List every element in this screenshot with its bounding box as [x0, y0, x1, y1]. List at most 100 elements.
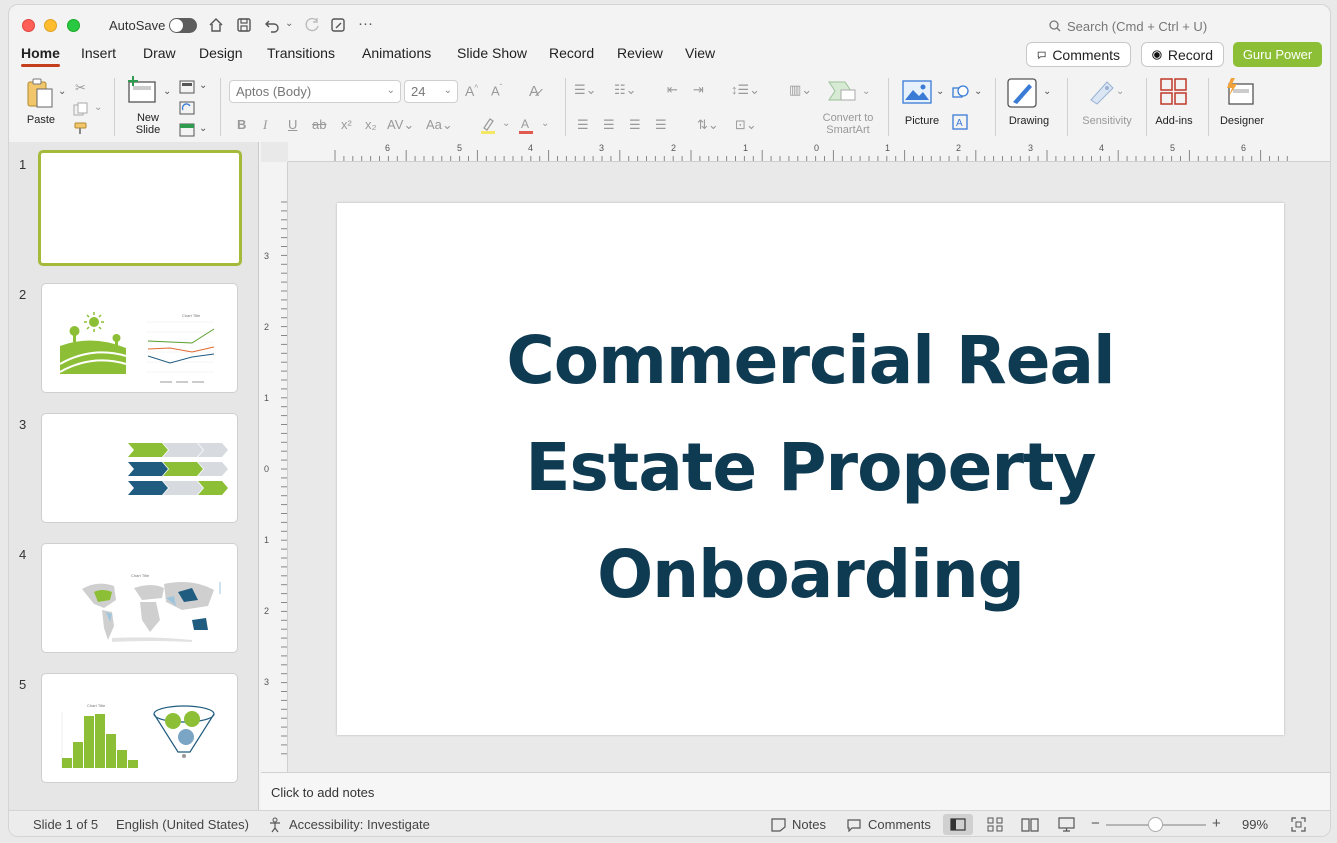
- record-button[interactable]: Record: [1141, 42, 1224, 67]
- tab-home[interactable]: Home: [21, 45, 60, 67]
- columns-icon[interactable]: ▥⌄: [789, 82, 812, 98]
- tab-slide-show[interactable]: Slide Show: [457, 45, 527, 61]
- zoom-out-button[interactable]: −: [1091, 815, 1100, 832]
- text-direction-icon[interactable]: ⇅⌄: [697, 117, 719, 133]
- underline-icon[interactable]: U: [288, 117, 297, 132]
- strikethrough-icon[interactable]: ab: [312, 117, 326, 132]
- comments-toggle[interactable]: Comments: [868, 817, 931, 832]
- save-icon[interactable]: [235, 16, 253, 34]
- subscript-icon[interactable]: x₂: [365, 117, 377, 132]
- fit-to-window-icon[interactable]: [1291, 817, 1306, 832]
- slide-thumbnail-4[interactable]: Chart Title: [41, 543, 238, 653]
- notes-placeholder[interactable]: Click to add notes: [271, 785, 374, 800]
- clear-formatting-icon[interactable]: A̷: [529, 83, 539, 100]
- align-right-icon[interactable]: ☰: [629, 117, 641, 133]
- comment-icon[interactable]: [846, 818, 862, 832]
- bullets-icon[interactable]: ☰⌄: [574, 82, 597, 98]
- guru-power-button[interactable]: Guru Power: [1233, 42, 1322, 67]
- undo-icon[interactable]: [263, 16, 281, 34]
- format-painter-icon[interactable]: [73, 122, 89, 136]
- undo-dropdown-icon[interactable]: ⌄: [285, 18, 293, 29]
- zoom-window-button[interactable]: [67, 19, 80, 32]
- customize-toolbar-icon[interactable]: [329, 16, 347, 34]
- add-ins-icon[interactable]: [1160, 78, 1188, 106]
- designer-icon[interactable]: [1223, 76, 1255, 108]
- reset-slide-icon[interactable]: [179, 101, 195, 115]
- tab-view[interactable]: View: [685, 45, 715, 61]
- tab-transitions[interactable]: Transitions: [267, 45, 335, 61]
- zoom-level[interactable]: 99%: [1242, 817, 1268, 832]
- shapes-dropdown-icon[interactable]: ⌄: [974, 86, 982, 97]
- layout-dropdown-icon[interactable]: ⌄: [199, 80, 207, 91]
- slide-show-icon[interactable]: [1058, 817, 1075, 832]
- layout-icon[interactable]: [179, 80, 195, 94]
- slide-title[interactable]: Commercial Real Estate Property Onboardi…: [337, 307, 1284, 628]
- align-left-icon[interactable]: ☰: [577, 117, 589, 133]
- font-color-icon[interactable]: A: [517, 116, 535, 134]
- accessibility-icon[interactable]: [267, 817, 283, 833]
- close-window-button[interactable]: [22, 19, 35, 32]
- superscript-icon[interactable]: x²: [341, 117, 352, 132]
- minimize-window-button[interactable]: [44, 19, 57, 32]
- text-box-icon[interactable]: A: [952, 114, 968, 130]
- paste-icon[interactable]: [23, 76, 57, 110]
- cut-icon[interactable]: ✂: [75, 80, 86, 96]
- normal-view-button[interactable]: [943, 814, 973, 835]
- tab-insert[interactable]: Insert: [81, 45, 116, 61]
- picture-dropdown-icon[interactable]: ⌄: [936, 86, 944, 97]
- notes-toggle[interactable]: Notes: [792, 817, 826, 832]
- slide-thumbnail-2[interactable]: Chart Title: [41, 283, 238, 393]
- redo-icon[interactable]: [303, 16, 321, 34]
- font-size-select[interactable]: 24 ⌄: [404, 80, 458, 103]
- zoom-in-button[interactable]: +: [1212, 815, 1221, 832]
- drawing-icon[interactable]: [1007, 78, 1039, 108]
- notes-icon[interactable]: [771, 818, 786, 832]
- autosave-toggle[interactable]: [169, 18, 197, 33]
- tab-record[interactable]: Record: [549, 45, 594, 61]
- numbering-icon[interactable]: ☷⌄: [614, 82, 637, 98]
- sensitivity-dropdown-icon[interactable]: ⌄: [1116, 86, 1124, 97]
- slide-thumbnail-3[interactable]: [41, 413, 238, 523]
- slide-thumbnail-5[interactable]: Chart Title: [41, 673, 238, 783]
- align-center-icon[interactable]: ☰: [603, 117, 615, 133]
- justify-icon[interactable]: ☰: [655, 117, 667, 133]
- more-options-icon[interactable]: ···: [358, 15, 373, 32]
- highlight-icon[interactable]: [479, 116, 497, 134]
- new-slide-icon[interactable]: [125, 76, 159, 106]
- copy-icon[interactable]: [73, 102, 89, 116]
- decrease-indent-icon[interactable]: ⇤: [667, 82, 678, 98]
- change-case-icon[interactable]: Aa⌄: [426, 117, 453, 133]
- comments-button[interactable]: Comments: [1026, 42, 1131, 67]
- new-slide-dropdown-icon[interactable]: ⌄: [163, 86, 171, 97]
- drawing-dropdown-icon[interactable]: ⌄: [1043, 86, 1051, 97]
- slide-sorter-icon[interactable]: [987, 817, 1003, 832]
- slide-thumbnail-1[interactable]: [38, 150, 242, 266]
- character-spacing-icon[interactable]: AV⌄: [387, 117, 414, 133]
- increase-font-size-icon[interactable]: A^: [465, 83, 478, 99]
- tab-draw[interactable]: Draw: [143, 45, 176, 61]
- home-icon[interactable]: [207, 16, 225, 34]
- line-spacing-icon[interactable]: ↕☰⌄: [731, 82, 760, 98]
- highlight-dropdown-icon[interactable]: ⌄: [502, 118, 510, 129]
- picture-icon[interactable]: [902, 80, 932, 104]
- zoom-slider-handle[interactable]: [1148, 817, 1163, 832]
- tab-review[interactable]: Review: [617, 45, 663, 61]
- paste-dropdown-icon[interactable]: ⌄: [58, 86, 66, 97]
- sensitivity-icon[interactable]: [1087, 78, 1117, 106]
- decrease-font-size-icon[interactable]: Aˇ: [491, 83, 502, 98]
- search-input[interactable]: Search (Cmd + Ctrl + U): [1067, 19, 1207, 34]
- italic-icon[interactable]: I: [263, 117, 267, 133]
- current-slide[interactable]: Commercial Real Estate Property Onboardi…: [337, 203, 1284, 735]
- copy-dropdown-icon[interactable]: ⌄: [94, 102, 102, 113]
- smartart-icon[interactable]: [827, 78, 859, 104]
- shapes-icon[interactable]: [952, 84, 970, 100]
- align-text-icon[interactable]: ⊡⌄: [735, 117, 757, 133]
- section-dropdown-icon[interactable]: ⌄: [199, 123, 207, 134]
- notes-pane[interactable]: Click to add notes: [261, 772, 1330, 810]
- bold-icon[interactable]: B: [237, 117, 246, 132]
- language-indicator[interactable]: English (United States): [116, 817, 249, 832]
- font-name-select[interactable]: Aptos (Body) ⌄: [229, 80, 401, 103]
- tab-design[interactable]: Design: [199, 45, 243, 61]
- increase-indent-icon[interactable]: ⇥: [693, 82, 704, 98]
- font-color-dropdown-icon[interactable]: ⌄: [541, 118, 549, 129]
